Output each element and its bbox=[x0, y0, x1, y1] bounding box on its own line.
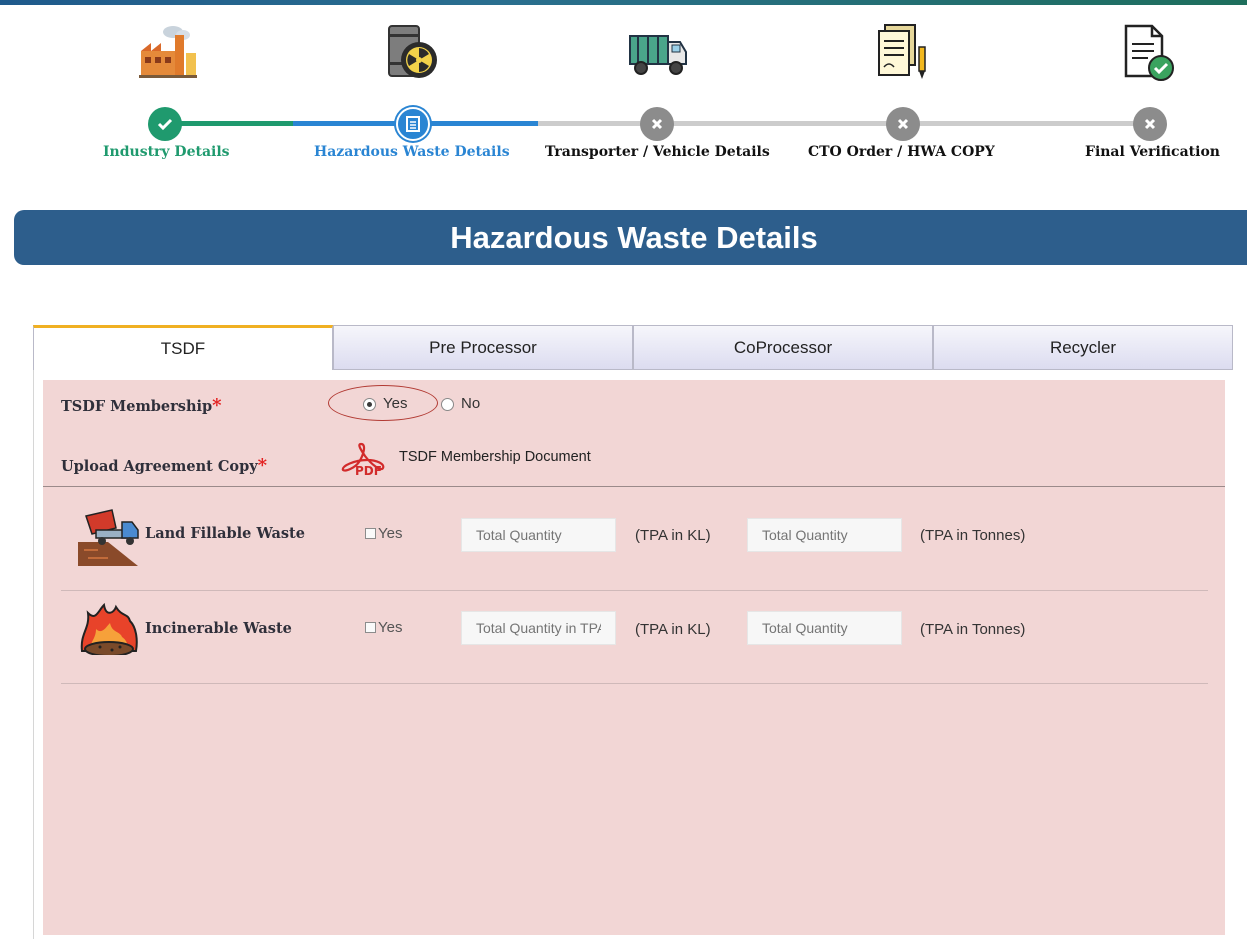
divider bbox=[61, 590, 1208, 591]
dump-truck-icon bbox=[78, 508, 140, 566]
agreement-label: Upload Agreement Copy* bbox=[61, 455, 268, 476]
land-fillable-tonnes-unit: (TPA in Tonnes) bbox=[920, 527, 1026, 544]
step-final-verification[interactable]: Final Verification bbox=[1085, 144, 1220, 160]
membership-no-label[interactable]: No bbox=[461, 395, 480, 412]
step-pending-x-icon bbox=[886, 107, 920, 141]
land-fillable-label: Land Fillable Waste bbox=[145, 525, 305, 542]
incinerable-label: Incinerable Waste bbox=[145, 620, 292, 637]
land-fillable-checkbox-label[interactable]: Yes bbox=[378, 525, 402, 542]
incinerable-checkbox[interactable] bbox=[365, 622, 376, 633]
incinerable-tonnes-unit: (TPA in Tonnes) bbox=[920, 621, 1026, 638]
documents-pen-icon bbox=[868, 20, 938, 85]
tab-tsdf[interactable]: TSDF bbox=[33, 325, 333, 370]
step-active-list-icon bbox=[396, 107, 430, 141]
divider bbox=[43, 486, 1225, 487]
required-asterisk: * bbox=[257, 455, 268, 476]
land-fillable-checkbox[interactable] bbox=[365, 528, 376, 539]
truck-icon bbox=[623, 20, 693, 85]
membership-label: TSDF Membership* bbox=[61, 395, 222, 416]
membership-no-radio[interactable] bbox=[441, 398, 454, 411]
land-fillable-kl-unit: (TPA in KL) bbox=[635, 527, 711, 544]
pdf-icon[interactable]: PDF bbox=[341, 442, 397, 478]
panel-frame bbox=[33, 370, 43, 939]
page-title: Hazardous Waste Details bbox=[450, 219, 818, 255]
land-fillable-tonnes-input[interactable] bbox=[747, 518, 902, 552]
svg-text:PDF: PDF bbox=[355, 464, 382, 476]
step-pending-x-icon bbox=[640, 107, 674, 141]
top-accent-bar bbox=[0, 0, 1247, 10]
step-done-check-icon bbox=[148, 107, 182, 141]
step-industry-details[interactable]: Industry Details bbox=[103, 144, 230, 160]
step-pending-x-icon bbox=[1133, 107, 1167, 141]
membership-document-link[interactable]: TSDF Membership Document bbox=[399, 449, 591, 465]
step-cto-order-hwa-copy[interactable]: CTO Order / HWA COPY bbox=[808, 144, 995, 160]
progress-line-pending bbox=[538, 121, 1150, 126]
fire-waste-icon bbox=[78, 602, 140, 657]
incinerable-checkbox-label[interactable]: Yes bbox=[378, 619, 402, 636]
membership-yes-radio[interactable] bbox=[363, 398, 376, 411]
tab-pre-processor[interactable]: Pre Processor bbox=[333, 325, 633, 370]
incinerable-tonnes-input[interactable] bbox=[747, 611, 902, 645]
incinerable-kl-input[interactable] bbox=[461, 611, 616, 645]
divider bbox=[61, 683, 1208, 684]
tab-recycler[interactable]: Recycler bbox=[933, 325, 1233, 370]
factory-icon bbox=[133, 20, 203, 85]
membership-yes-label[interactable]: Yes bbox=[383, 395, 407, 412]
waste-barrel-icon bbox=[379, 20, 449, 85]
step-hazardous-waste-details[interactable]: Hazardous Waste Details bbox=[314, 144, 510, 160]
tab-coprocessor[interactable]: CoProcessor bbox=[633, 325, 933, 370]
step-transporter-vehicle-details[interactable]: Transporter / Vehicle Details bbox=[545, 144, 770, 160]
progress-line-done bbox=[166, 121, 293, 126]
land-fillable-kl-input[interactable] bbox=[461, 518, 616, 552]
incinerable-kl-unit: (TPA in KL) bbox=[635, 621, 711, 638]
required-asterisk: * bbox=[212, 395, 222, 416]
page-title-banner: Hazardous Waste Details bbox=[14, 210, 1247, 265]
verified-document-icon bbox=[1113, 20, 1183, 85]
